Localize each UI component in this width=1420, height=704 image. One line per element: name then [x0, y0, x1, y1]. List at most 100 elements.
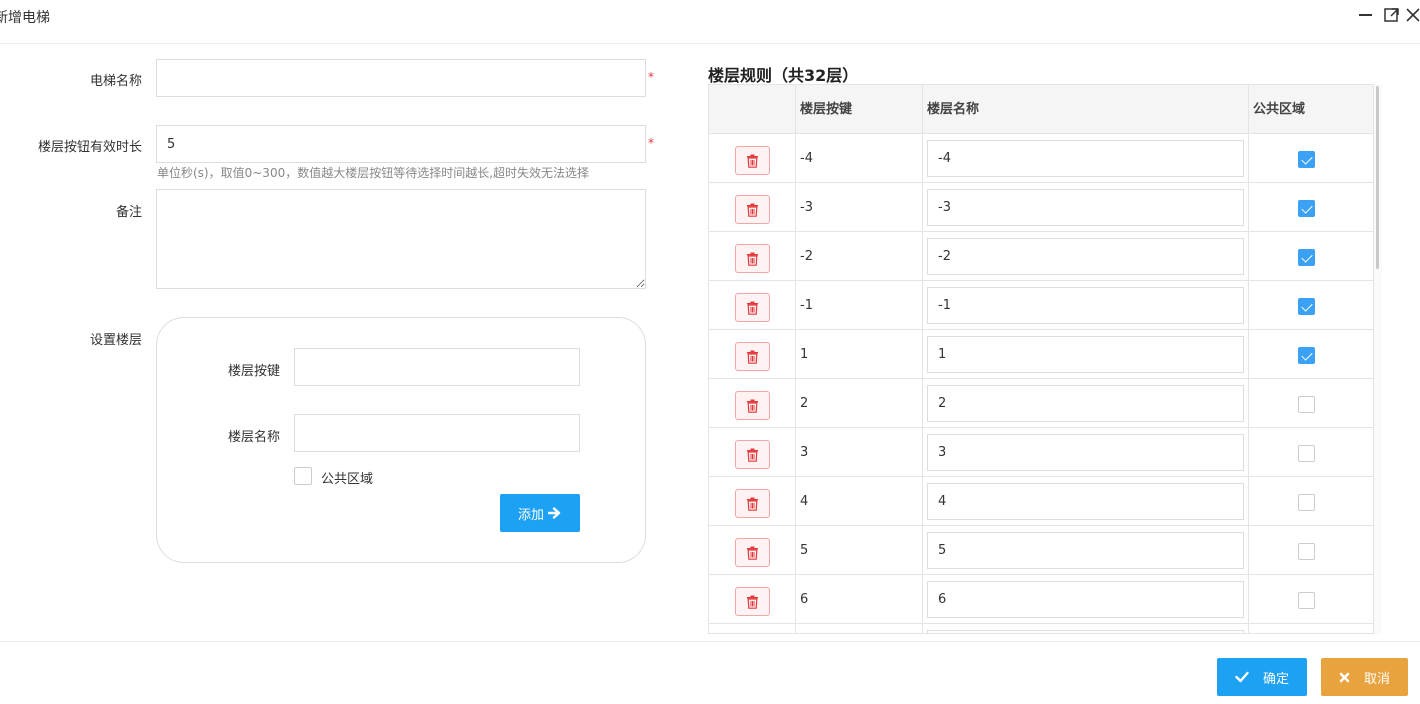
required-mark: *: [648, 136, 654, 150]
floor-setup-panel: 楼层按键 楼层名称 公共区域 添加: [156, 317, 646, 563]
trash-icon: [747, 301, 758, 315]
table-row: -2: [709, 232, 1373, 281]
trash-icon: [747, 154, 758, 168]
remark-label: 备注: [115, 205, 142, 220]
trash-icon: [747, 399, 758, 413]
floor-key-cell: 2: [800, 396, 809, 411]
table-scrollbar[interactable]: [1374, 84, 1382, 634]
floor-key-cell: 4: [800, 494, 809, 509]
trash-icon: [747, 448, 758, 462]
floor-name-cell-input[interactable]: [927, 581, 1244, 618]
duration-label: 楼层按钮有效时长: [37, 140, 142, 155]
trash-icon: [747, 497, 758, 511]
dialog-titlebar: 新增电梯: [0, 0, 1420, 44]
add-floor-label: 添加: [517, 507, 544, 523]
public-area-cell-checkbox[interactable]: [1298, 151, 1315, 168]
public-area-cell-checkbox[interactable]: [1298, 494, 1315, 511]
floor-key-cell: 5: [800, 543, 809, 558]
table-row: 3: [709, 428, 1373, 477]
table-header-cell: 楼层按键: [800, 102, 853, 117]
maximize-icon[interactable]: [1383, 6, 1401, 24]
floor-name-cell-input[interactable]: [927, 483, 1244, 520]
trash-icon: [747, 350, 758, 364]
required-mark: *: [648, 70, 654, 84]
cancel-button[interactable]: 取消: [1321, 658, 1408, 696]
floor-name-input[interactable]: [294, 414, 580, 452]
floor-name-cell-input[interactable]: [927, 189, 1244, 226]
minimize-icon[interactable]: [1357, 6, 1375, 24]
arrow-right-icon: [548, 507, 561, 519]
table-row: 6: [709, 575, 1373, 624]
table-header-cell: 公共区域: [1253, 102, 1306, 117]
floor-name-cell-input[interactable]: [927, 630, 1244, 633]
column-divider: [1248, 85, 1249, 633]
public-area-cell-checkbox[interactable]: [1298, 396, 1315, 413]
table-header-cell: 楼层名称: [927, 102, 980, 117]
confirm-button[interactable]: 确定: [1217, 658, 1307, 696]
floor-key-cell: -2: [800, 249, 813, 264]
add-floor-button[interactable]: 添加: [500, 494, 580, 532]
public-area-cell-checkbox[interactable]: [1298, 200, 1315, 217]
delete-row-button[interactable]: [735, 538, 770, 567]
table-row: -4: [709, 134, 1373, 183]
trash-icon: [747, 595, 758, 609]
floor-name-cell-input[interactable]: [927, 287, 1244, 324]
floor-key-cell: 6: [800, 592, 809, 607]
floor-key-cell: -1: [800, 298, 813, 313]
floor-name-cell-input[interactable]: [927, 532, 1244, 569]
floors-label: 设置楼层: [89, 333, 142, 348]
floor-name-cell-input[interactable]: [927, 434, 1244, 471]
close-icon[interactable]: [1404, 6, 1420, 24]
public-area-cell-checkbox[interactable]: [1298, 543, 1315, 560]
table-row: 5: [709, 526, 1373, 575]
floor-name-cell-input[interactable]: [927, 140, 1244, 177]
column-divider: [922, 85, 923, 633]
cancel-label: 取消: [1363, 671, 1390, 687]
public-area-cell-checkbox[interactable]: [1298, 592, 1315, 609]
public-area-cell-checkbox[interactable]: [1298, 249, 1315, 266]
delete-row-button[interactable]: [735, 489, 770, 518]
floor-rules-table: 楼层按键 楼层名称 公共区域 -4 -3 -2 -1 1 2 3 4 5 6: [708, 84, 1374, 634]
remark-textarea[interactable]: [156, 189, 646, 289]
duration-input[interactable]: [156, 125, 646, 163]
floor-key-cell: -3: [800, 200, 813, 215]
delete-row-button[interactable]: [735, 195, 770, 224]
floor-name-cell-input[interactable]: [927, 336, 1244, 373]
table-row: -3: [709, 183, 1373, 232]
public-area-checkbox[interactable]: [294, 467, 312, 485]
rules-title: 楼层规则（共32层）: [708, 66, 859, 85]
duration-hint: 单位秒(s)，取值0~300，数值越大楼层按钮等待选择时间越长,超时失效无法选择: [157, 166, 590, 180]
table-row: -1: [709, 281, 1373, 330]
delete-row-button[interactable]: [735, 587, 770, 616]
table-row: 1: [709, 330, 1373, 379]
delete-row-button[interactable]: [735, 391, 770, 420]
table-scrollbar-thumb[interactable]: [1376, 86, 1379, 269]
floor-key-input[interactable]: [294, 348, 580, 386]
floor-name-cell-input[interactable]: [927, 238, 1244, 275]
delete-row-button[interactable]: [735, 146, 770, 175]
delete-row-button[interactable]: [735, 244, 770, 273]
table-row: 4: [709, 477, 1373, 526]
public-area-cell-checkbox[interactable]: [1298, 445, 1315, 462]
elevator-name-label: 电梯名称: [89, 74, 142, 89]
dialog-footer: 确定 取消: [0, 641, 1420, 704]
delete-row-button[interactable]: [735, 342, 770, 371]
public-area-cell-checkbox[interactable]: [1298, 347, 1315, 364]
floor-key-cell: -4: [800, 151, 813, 166]
table-header: 楼层按键 楼层名称 公共区域: [709, 85, 1373, 134]
delete-row-button[interactable]: [735, 293, 770, 322]
floor-name-cell-input[interactable]: [927, 385, 1244, 422]
x-icon: [1339, 672, 1350, 682]
public-area-label: 公共区域: [321, 472, 374, 487]
floor-name-label: 楼层名称: [227, 430, 280, 445]
column-divider: [795, 85, 796, 633]
public-area-cell-checkbox[interactable]: [1298, 298, 1315, 315]
floor-key-cell: 1: [800, 347, 809, 362]
trash-icon: [747, 203, 758, 217]
delete-row-button[interactable]: [735, 440, 770, 469]
elevator-name-input[interactable]: [156, 59, 646, 97]
check-icon: [1235, 671, 1249, 683]
confirm-label: 确定: [1262, 671, 1289, 687]
table-row: [709, 624, 1373, 633]
trash-icon: [747, 252, 758, 266]
